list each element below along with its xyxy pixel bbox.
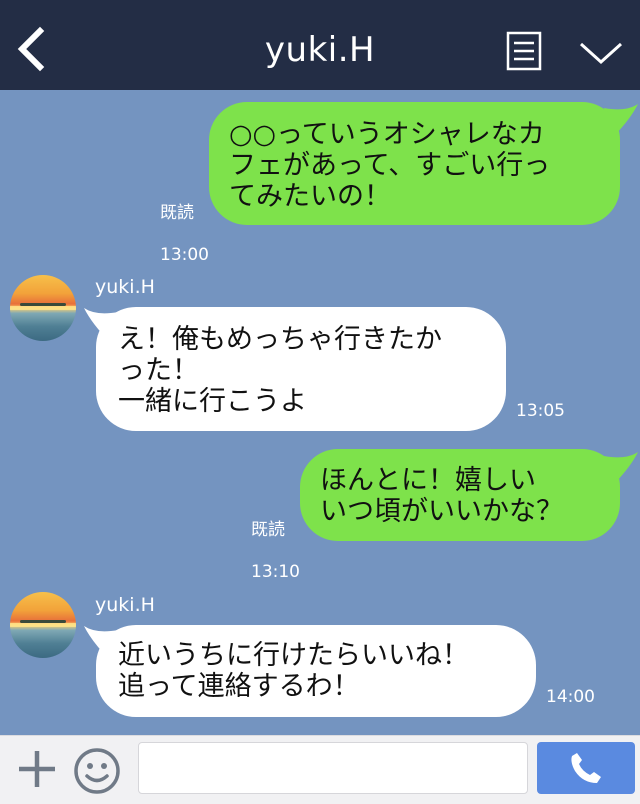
call-button[interactable] [537,742,635,794]
chat-area[interactable]: ○○っていうオシャレなカ フェがあって、すごい行っ てみたいの！ 既読 13:0… [0,90,640,735]
message-bubble-incoming[interactable]: 近いうちに行けたらいいね！ 追って連絡するわ！ [96,625,536,717]
message-time: 13:05 [516,401,565,421]
smiley-icon[interactable] [73,747,121,795]
chat-title: yuki.H [264,30,376,70]
message-composer [0,735,640,804]
plus-icon[interactable] [16,748,58,790]
message-time: 13:00 [160,245,209,265]
message-time: 13:10 [251,562,300,582]
chevron-down-icon[interactable] [578,36,624,70]
message-bubble-outgoing[interactable]: ○○っていうオシャレなカ フェがあって、すごい行っ てみたいの！ [209,102,620,225]
note-icon[interactable] [506,31,542,71]
message-bubble-outgoing[interactable]: ほんとに！嬉しい いつ頃がいいかな？ [300,449,620,541]
read-status: 既読 13:00 [160,182,209,266]
read-label: 既読 [251,520,285,540]
read-status: 既読 13:10 [251,499,300,583]
sender-name: yuki.H [95,276,155,298]
avatar[interactable] [10,592,76,658]
avatar-image [10,592,76,658]
avatar[interactable] [10,275,76,341]
chat-header: yuki.H [0,0,640,90]
message-input[interactable] [138,742,528,794]
sender-name: yuki.H [95,594,155,616]
read-label: 既読 [160,203,194,223]
message-bubble-incoming[interactable]: え！俺もめっちゃ行きたか った！ 一緒に行こうよ [96,307,506,431]
avatar-image [10,275,76,341]
phone-icon [571,753,601,783]
message-time: 14:00 [546,687,595,707]
